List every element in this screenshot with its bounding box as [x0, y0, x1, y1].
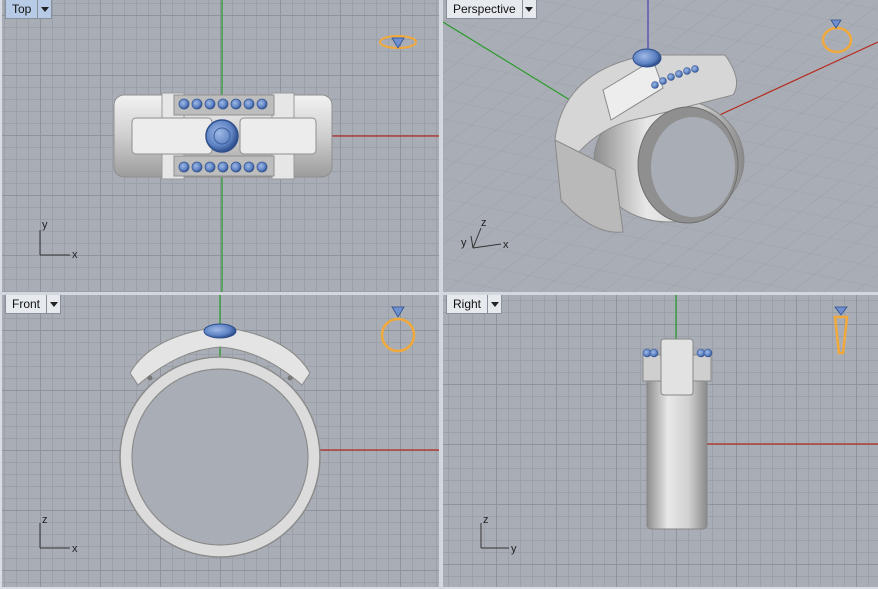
gizmo-label-z: z — [483, 514, 489, 526]
ring-model-top[interactable] — [113, 92, 333, 180]
gizmo-label-x: x — [503, 239, 509, 251]
chevron-down-icon[interactable] — [521, 0, 536, 18]
front-view-canvas[interactable]: z x — [2, 295, 439, 587]
ring-front-view-icon — [380, 306, 416, 353]
viewport-title-right: Right — [453, 297, 482, 311]
chevron-down-icon[interactable] — [46, 295, 60, 313]
viewport-tab-perspective[interactable]: Perspective — [446, 0, 537, 19]
gizmo-label-y: y — [461, 237, 467, 249]
ring-side-view-icon — [833, 306, 849, 355]
top-view-canvas[interactable]: y x — [2, 0, 439, 292]
gizmo-label-y: y — [42, 219, 48, 231]
viewport-tab-front[interactable]: Front — [5, 295, 62, 314]
viewport-tab-right[interactable]: Right — [446, 295, 503, 314]
gizmo-label-x: x — [72, 543, 78, 555]
right-view-canvas[interactable]: z y — [443, 295, 878, 587]
axis-gizmo: z y — [480, 514, 517, 555]
viewport-front[interactable]: z x Front — [2, 295, 439, 587]
ring-model-right[interactable] — [642, 338, 713, 530]
viewport-splitter-horizontal[interactable] — [0, 292, 878, 295]
gizmo-label-y: y — [511, 543, 517, 555]
axis-gizmo: y x — [39, 219, 78, 261]
viewport-title-perspective: Perspective — [453, 2, 516, 16]
viewport-title-front: Front — [12, 297, 41, 311]
viewport-perspective[interactable]: y z x Perspective — [443, 0, 878, 292]
viewport-top[interactable]: y x Top — [2, 0, 439, 292]
viewport-tab-top[interactable]: Top — [5, 0, 53, 19]
gizmo-label-z: z — [481, 217, 487, 229]
perspective-view-canvas[interactable]: y z x — [443, 0, 878, 292]
gizmo-label-z: z — [42, 514, 48, 526]
chevron-down-icon[interactable] — [37, 0, 51, 18]
axis-gizmo: z x — [39, 514, 78, 555]
chevron-down-icon[interactable] — [487, 295, 501, 313]
ring-model-front[interactable] — [119, 323, 321, 558]
gizmo-label-x: x — [72, 249, 78, 261]
viewport-title-top: Top — [12, 2, 32, 16]
ring-top-view-icon — [379, 35, 417, 49]
viewport-right[interactable]: z y Right — [443, 295, 878, 587]
